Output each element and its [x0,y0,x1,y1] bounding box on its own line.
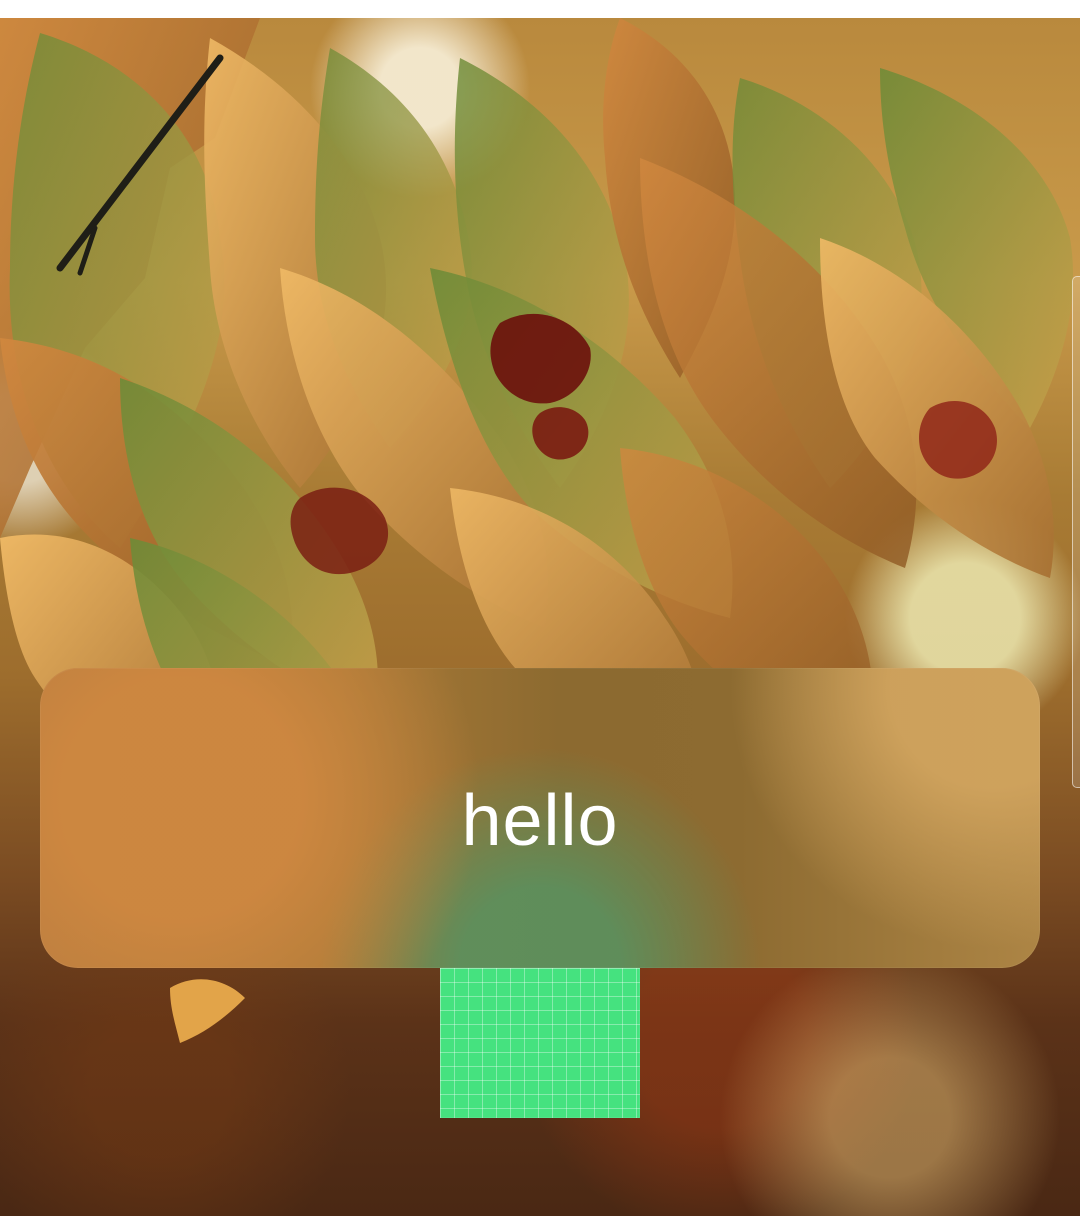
edge-scrollbar[interactable] [1072,276,1080,788]
green-grid-tile [440,968,640,1118]
app-screen: hello [0,0,1080,1223]
toast-message: hello [461,781,619,861]
toast-card: hello [40,668,1040,968]
